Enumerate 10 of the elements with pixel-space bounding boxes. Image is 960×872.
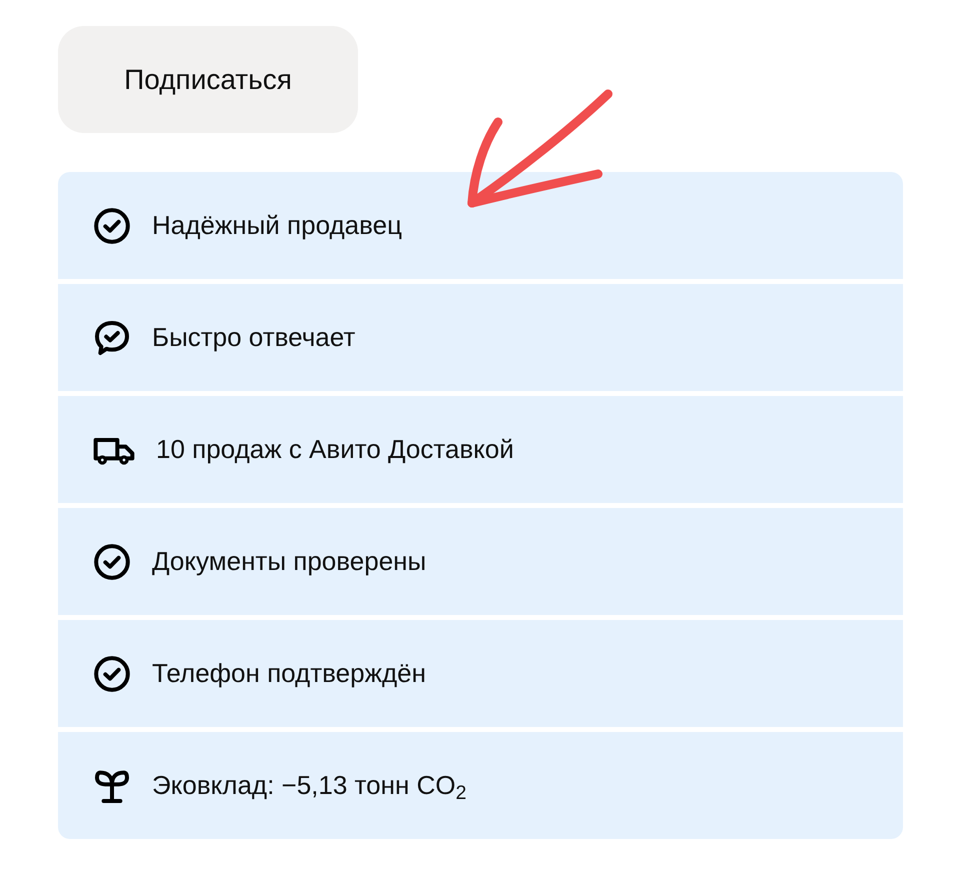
subscribe-button[interactable]: Подписаться: [58, 26, 358, 133]
badge-text: 10 продаж с Авито Доставкой: [156, 433, 514, 466]
badge-text: Телефон подтверждён: [152, 657, 426, 690]
badge-text: Документы проверены: [152, 545, 426, 578]
badge-text: Надёжный продавец: [152, 209, 402, 242]
badge-text: Эковклад: −5,13 тонн CO$_{2}$: [152, 769, 466, 805]
badge-text: Быстро отвечает: [152, 321, 356, 354]
check-circle-icon: [92, 654, 132, 694]
check-circle-icon: [92, 206, 132, 246]
check-circle-icon: [92, 542, 132, 582]
